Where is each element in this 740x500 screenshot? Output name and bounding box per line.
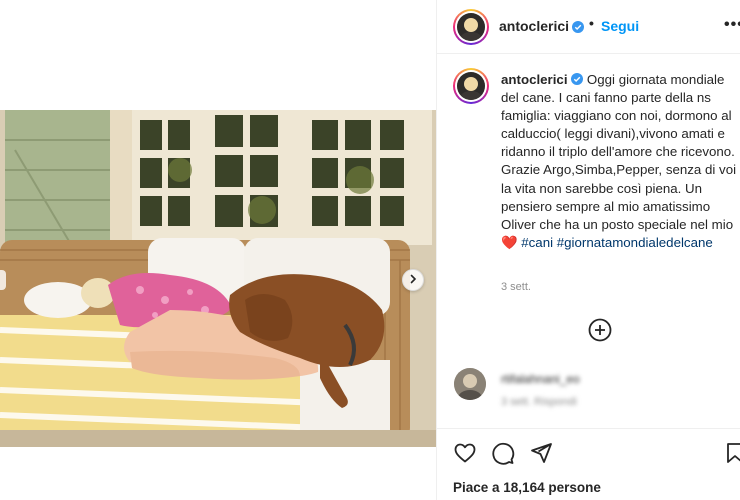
hashtag-cani[interactable]: #cani xyxy=(521,235,553,250)
red-heart-emoji: ❤️ xyxy=(501,234,518,250)
follow-button[interactable]: Segui xyxy=(601,18,639,34)
send-icon[interactable] xyxy=(529,441,553,465)
post-header: antoclerici • Segui ••• xyxy=(437,0,740,54)
verified-badge-icon xyxy=(571,72,584,85)
comment-text-blurred: rtifalahnani_eo xyxy=(501,372,580,386)
verified-badge-icon xyxy=(572,20,584,33)
photo-illustration xyxy=(0,110,436,447)
comment-icon[interactable] xyxy=(491,441,515,465)
post-actions-bar xyxy=(437,428,740,476)
caption-body: Oggi giornata mondiale del cane. I cani … xyxy=(501,72,737,232)
caption-avatar[interactable] xyxy=(453,68,489,104)
more-options-button[interactable]: ••• xyxy=(724,16,740,34)
likes-count[interactable]: Piace a 18,164 persone xyxy=(453,480,601,495)
post-photo[interactable] xyxy=(0,110,436,447)
hashtag-giornatamondialedelcane[interactable]: #giornatamondialedelcane xyxy=(557,235,713,250)
post-sidebar: antoclerici • Segui ••• antoclerici Oggi… xyxy=(436,0,740,500)
media-pane xyxy=(0,0,436,500)
header-separator: • xyxy=(589,15,594,31)
comment-item: rtifalahnani_eo 3 sett. Rispondi xyxy=(437,364,740,408)
chevron-right-icon xyxy=(408,271,418,289)
caption-username[interactable]: antoclerici xyxy=(501,72,568,87)
header-username[interactable]: antoclerici xyxy=(499,18,569,34)
header-avatar[interactable] xyxy=(453,9,489,45)
heart-icon[interactable] xyxy=(453,441,477,465)
plus-circle-icon xyxy=(588,318,612,346)
next-slide-button[interactable] xyxy=(402,269,424,291)
previous-slide-tab[interactable] xyxy=(0,270,6,290)
bookmark-icon[interactable] xyxy=(723,441,740,465)
comment-meta-blurred: 3 sett. Rispondi xyxy=(501,396,577,408)
caption-timestamp[interactable]: 3 sett. xyxy=(501,281,531,293)
caption-text: antoclerici Oggi giornata mondiale del c… xyxy=(501,71,737,252)
load-more-comments-button[interactable] xyxy=(588,318,612,342)
comment-avatar[interactable] xyxy=(454,368,486,400)
